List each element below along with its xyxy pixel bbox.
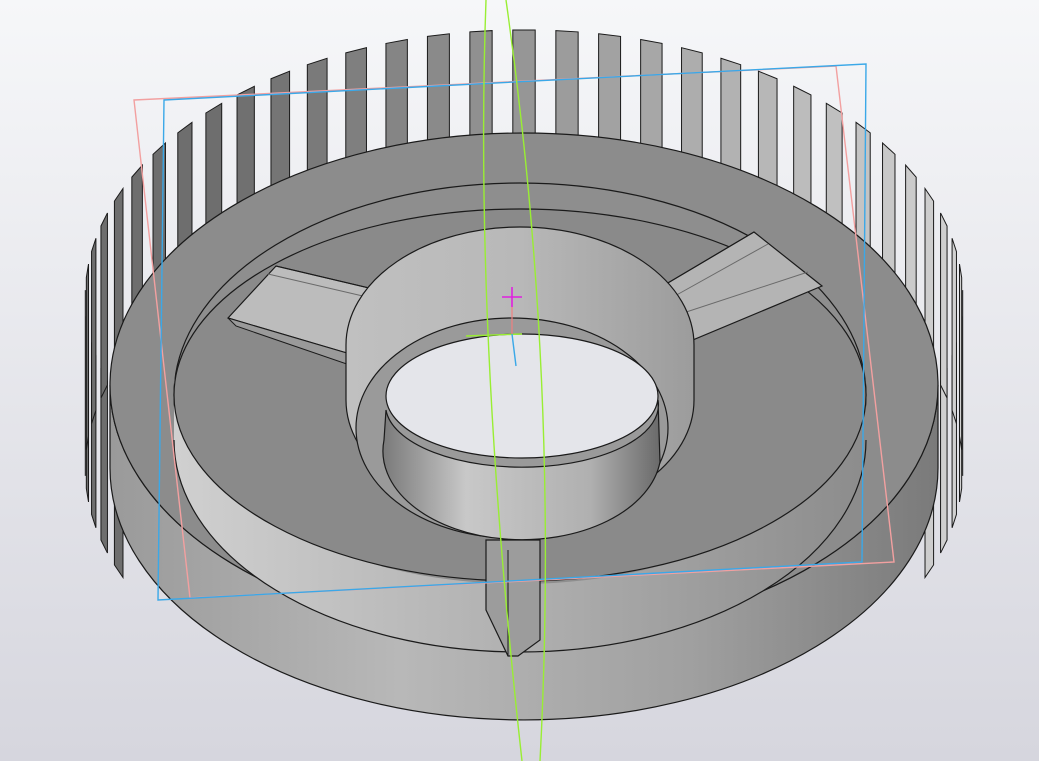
- gear-tooth: [958, 263, 963, 450]
- 3d-viewport[interactable]: [0, 0, 1039, 761]
- gear-tooth: [85, 263, 90, 450]
- hub: [345, 226, 695, 541]
- bore-opening: [385, 333, 659, 459]
- gear-tooth: [100, 212, 108, 399]
- gear-tooth: [951, 238, 957, 424]
- model-canvas[interactable]: [0, 0, 1039, 761]
- gear-tooth: [940, 212, 948, 399]
- gear-tooth: [91, 238, 97, 424]
